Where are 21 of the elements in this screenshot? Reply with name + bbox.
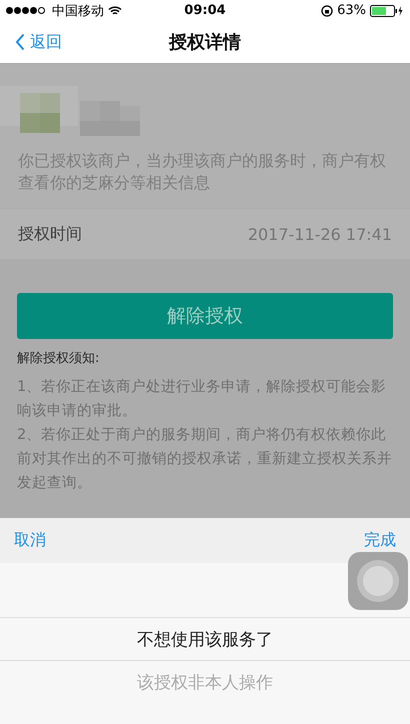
rotation-lock-icon (321, 4, 334, 16)
battery-icon (370, 4, 404, 16)
done-button[interactable]: 完成 (364, 530, 396, 551)
signal-icon (6, 7, 48, 14)
back-button[interactable]: 返回 (0, 32, 62, 52)
notice-item: 1、若你正在该商户处进行业务申请，解除授权可能会影响该申请的审批。 (17, 378, 388, 421)
page-title: 授权详情 (169, 31, 241, 54)
picker-option[interactable]: 该授权非本人操作 (0, 660, 410, 703)
notice-item: 2、若你正处于商户的服务期间，商户将仍有权依赖你此前对其作出的不可撤销的授权承诺，重新建立授权关系并发起查询。 (17, 426, 393, 493)
auth-time-value: 2017-11-26 17:41 (248, 224, 392, 244)
notice-title: 解除授权须知: (17, 350, 100, 368)
chevron-left-icon (15, 33, 25, 51)
wifi-icon (108, 6, 122, 16)
revoke-button[interactable]: 解除授权 (17, 293, 393, 339)
carrier-name: 中国移动 (52, 2, 104, 20)
battery-percent: 63% (337, 3, 366, 18)
picker-option[interactable]: 不想使用该服务了 (0, 617, 410, 660)
assistive-touch-button[interactable] (348, 552, 408, 610)
status-time: 09:04 (184, 3, 226, 18)
auth-time-label: 授权时间 (18, 224, 82, 244)
cancel-button[interactable]: 取消 (14, 530, 46, 551)
